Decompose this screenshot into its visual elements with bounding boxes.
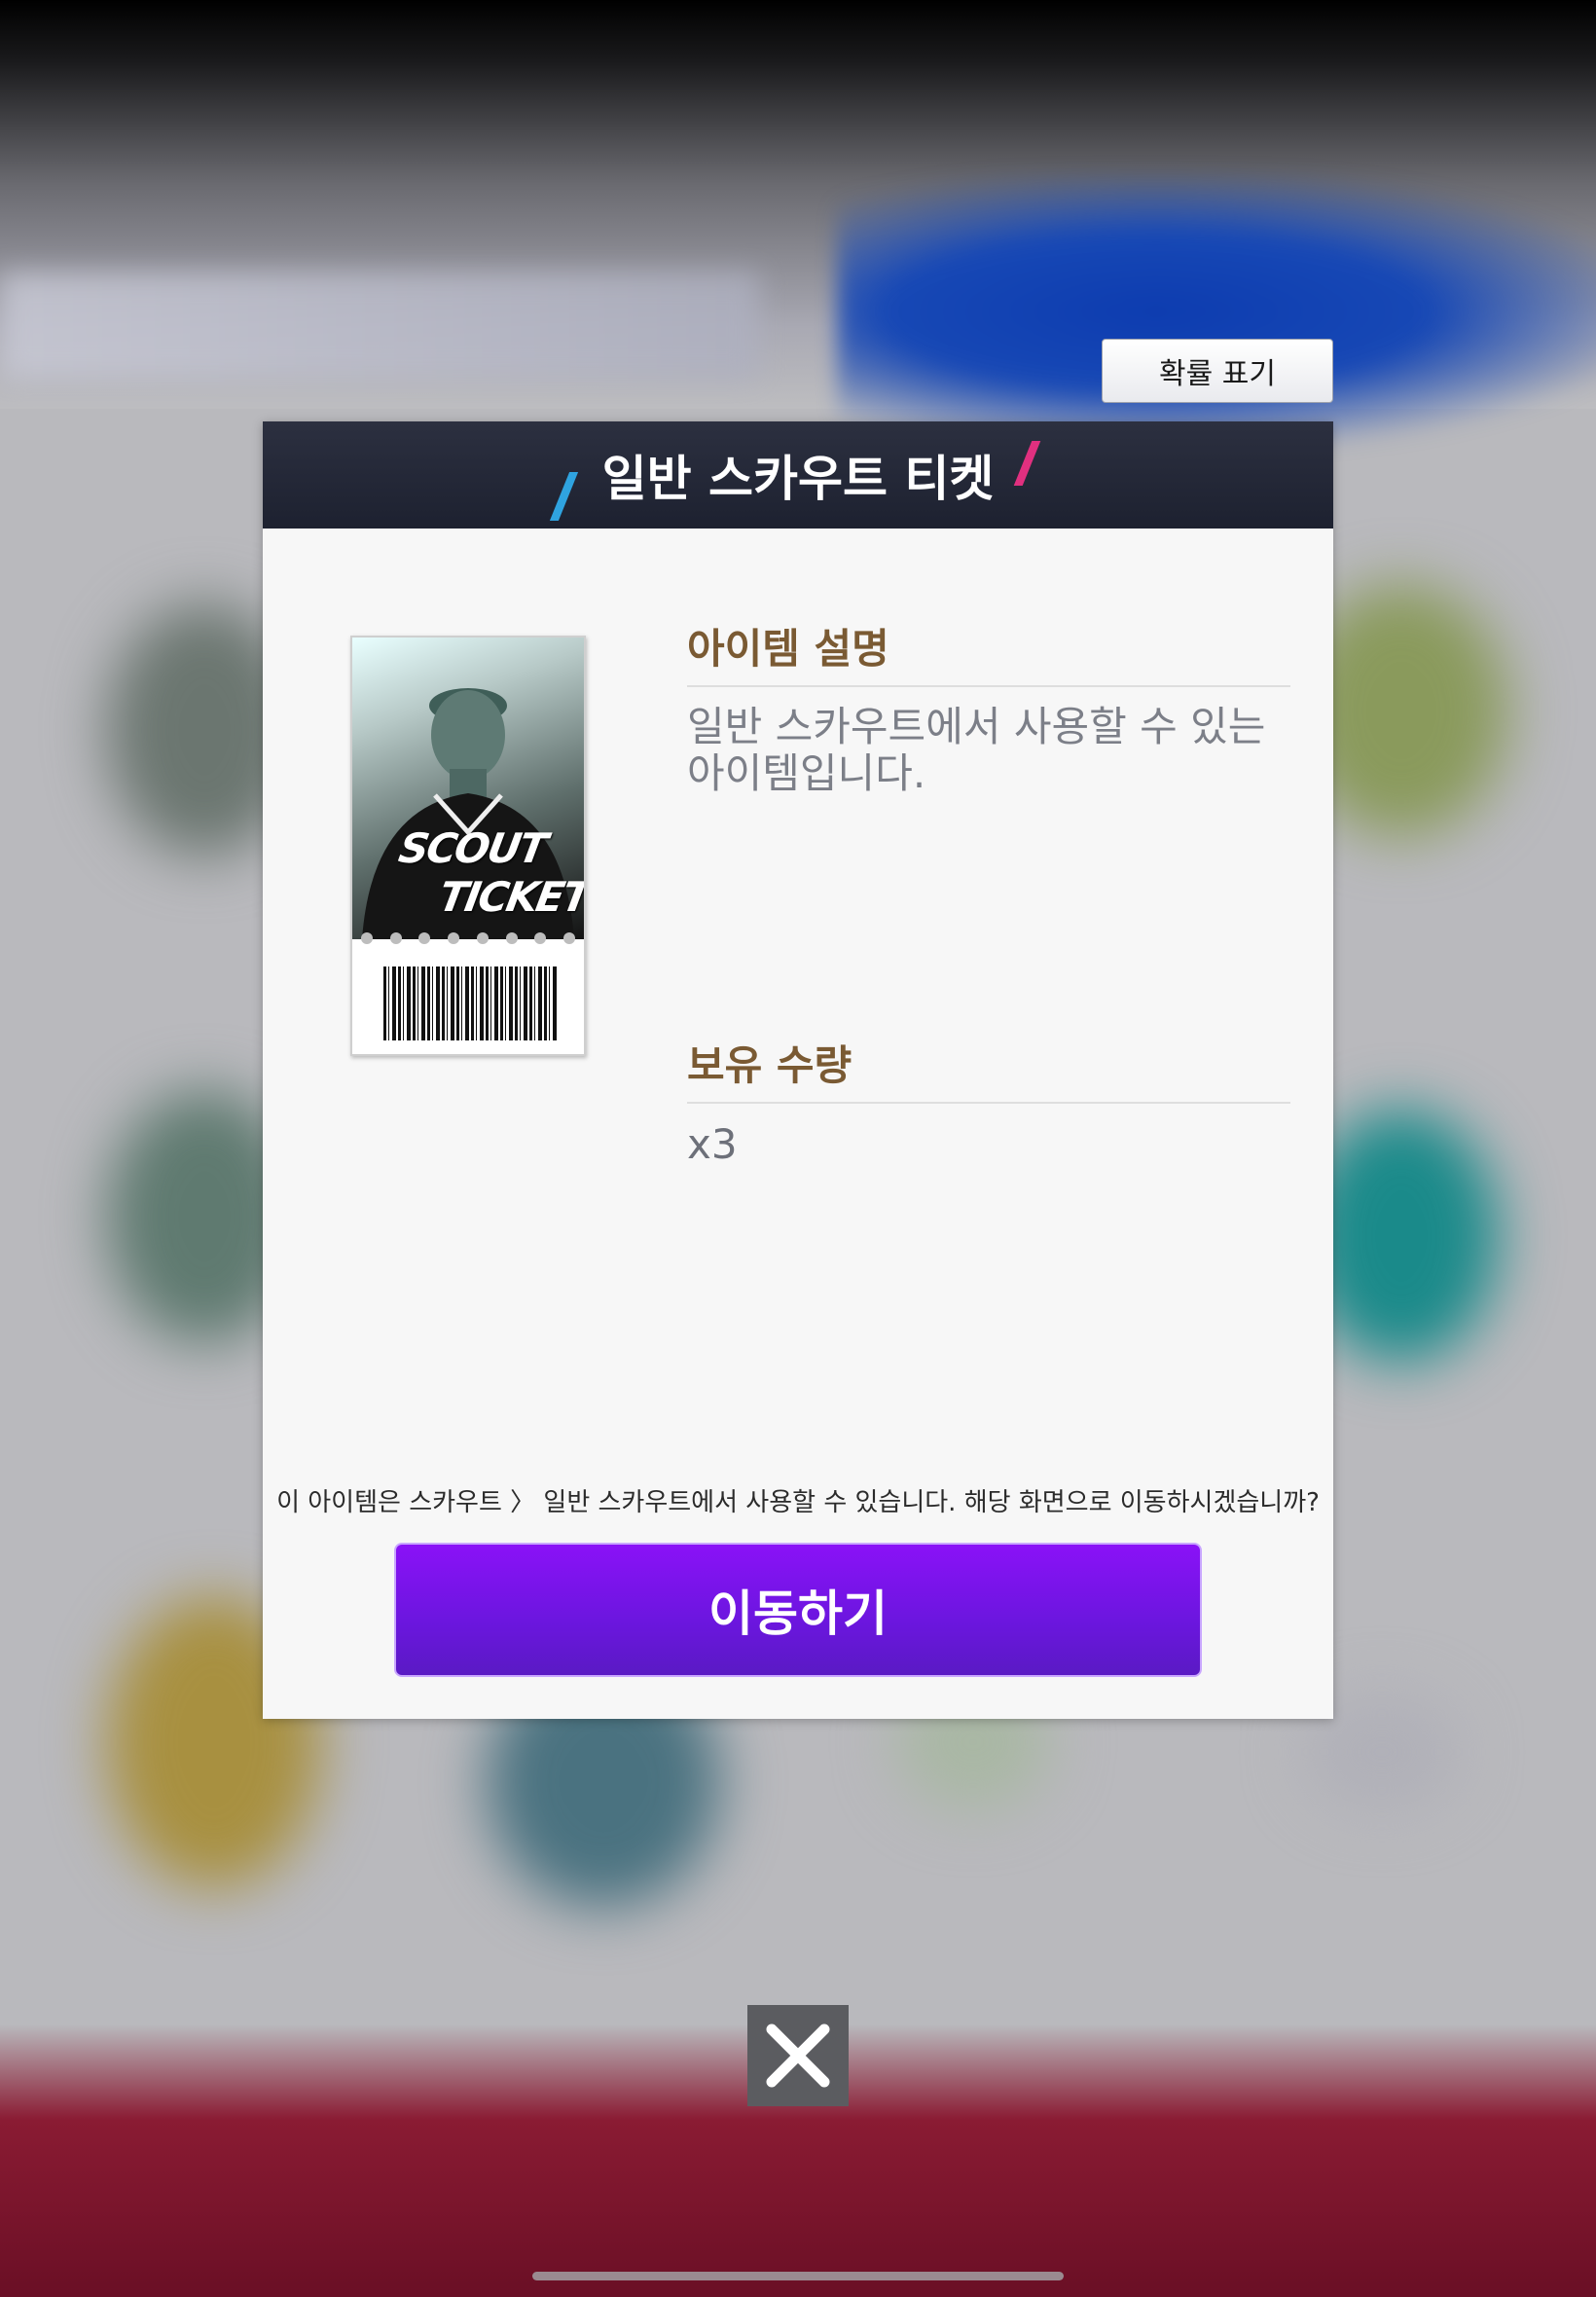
probability-button[interactable]: 확률 표기	[1102, 339, 1333, 403]
close-button[interactable]	[747, 2005, 849, 2106]
description-divider	[687, 685, 1290, 687]
navigation-notice: 이 아이템은 스카우트 〉 일반 스카우트에서 사용할 수 있습니다. 해당 화…	[276, 1488, 1320, 1517]
quantity-divider	[687, 1102, 1290, 1104]
quantity-title: 보유 수량	[687, 1041, 852, 1089]
owned-quantity: x3	[687, 1120, 738, 1168]
ticket-perforation	[352, 930, 584, 947]
go-button[interactable]: 이동하기	[394, 1543, 1202, 1677]
close-icon	[766, 2024, 830, 2088]
home-indicator[interactable]	[532, 2272, 1064, 2280]
ticket-label: SCOUT TICKET	[395, 824, 586, 921]
item-description: 일반 스카우트에서 사용할 수 있는 아이템입니다.	[687, 703, 1266, 797]
item-info-dialog: 일반 스카우트 티켓 SCOUT TICKET 아이템 설명 일반 스카우트에서…	[263, 421, 1333, 1719]
dialog-title: 일반 스카우트 티켓	[601, 451, 995, 507]
description-title: 아이템 설명	[687, 625, 889, 673]
dialog-header: 일반 스카우트 티켓	[263, 421, 1333, 529]
barcode-icon	[383, 966, 557, 1040]
scout-ticket-image: SCOUT TICKET	[350, 636, 586, 1056]
